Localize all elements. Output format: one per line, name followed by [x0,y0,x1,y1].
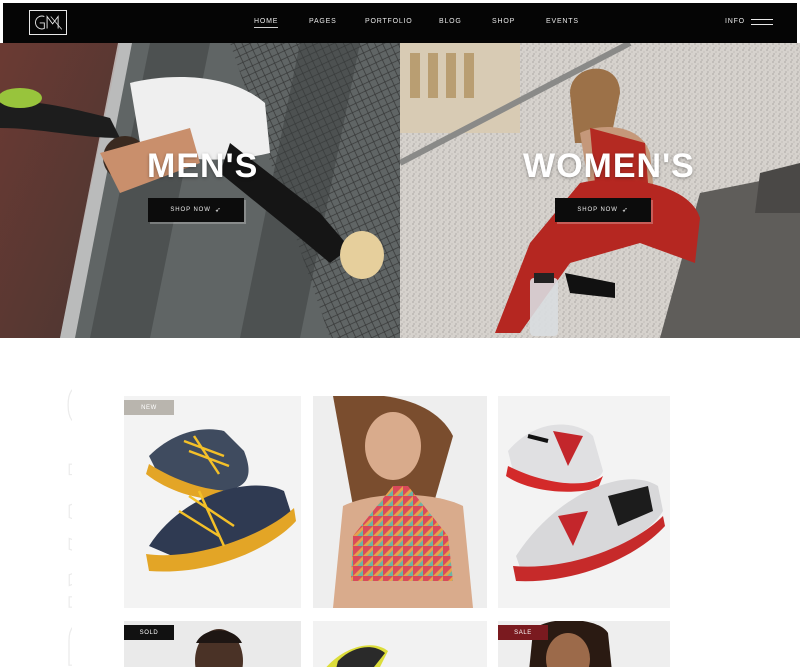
mens-panel[interactable]: MEN'S SHOP NOW ➶ [0,43,400,338]
paper-plane-icon: ➶ [214,207,222,214]
shop-now-label: SHOP NOW [170,207,211,213]
page: { "nav": { "items": [ {"label": "HOME", … [0,0,800,667]
womens-title: WOMEN'S [523,147,695,185]
mens-hero-image [0,43,400,338]
womens-hero-image [400,43,800,338]
main-menu: HOME PAGES PORTFOLIO BLOG SHOP EVENTS [3,3,797,43]
info-link[interactable]: INFO [725,18,745,25]
blue-yellow-running-shoes-image [146,429,296,572]
sale-badge: SALE [498,625,548,640]
product-card[interactable] [498,396,670,608]
top-navigation-bar: HOME PAGES PORTFOLIO BLOG SHOP EVENTS IN… [3,3,797,43]
mens-shop-now-button[interactable]: SHOP NOW ➶ [148,198,244,222]
womens-panel[interactable]: WOMEN'S SHOP NOW ➶ [400,43,800,338]
menu-item-portfolio[interactable]: PORTFOLIO [365,18,413,25]
menu-item-pages[interactable]: PAGES [309,18,337,25]
woman-in-geometric-sports-bra-image [333,396,473,608]
product-card[interactable] [313,621,487,667]
hero-banner: MEN'S SHOP NOW ➶ WOMEN'S SHOP NOW ➶ [0,43,800,338]
product-card[interactable]: SALE [498,621,670,667]
product-card[interactable]: SOLD [124,621,301,667]
menu-item-events[interactable]: EVENTS [546,18,579,25]
menu-item-blog[interactable]: BLOG [439,18,462,25]
shop-now-label: SHOP NOW [577,207,618,213]
product-card[interactable] [313,396,487,608]
menu-item-shop[interactable]: SHOP [492,18,515,25]
womens-shop-now-button[interactable]: SHOP NOW ➶ [555,198,651,222]
paper-plane-icon: ➶ [621,207,629,214]
yellow-shoe-image [326,645,388,667]
mens-title: MEN'S [147,147,259,185]
hamburger-menu-icon[interactable] [751,19,773,26]
sold-badge: SOLD [124,625,174,640]
new-badge: NEW [124,400,174,415]
arrivals-side-text: RIVALS [0,380,72,667]
grey-red-sneakers-image [506,424,665,582]
arrivals-vertical-label: RIVALS [54,380,72,667]
product-card[interactable]: NEW [124,396,301,608]
menu-item-home[interactable]: HOME [254,18,279,28]
